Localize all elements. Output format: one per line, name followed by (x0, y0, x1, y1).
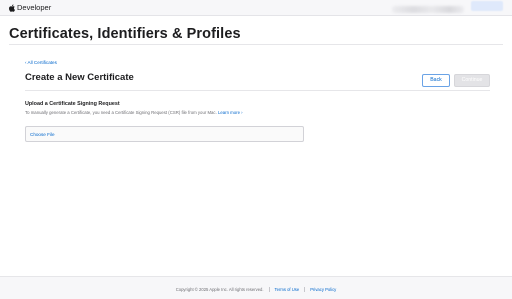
page-title: Certificates, Identifiers & Profiles (9, 26, 241, 42)
footer-links-row: Copyright © 2025 Apple Inc. All rights r… (0, 287, 512, 292)
footer-divider (268, 287, 270, 292)
learn-more-link[interactable]: Learn more › (218, 110, 243, 115)
developer-home-link[interactable]: Developer (9, 3, 51, 13)
continue-button[interactable]: Continue (454, 74, 490, 87)
title-divider (9, 44, 503, 45)
footer-divider (304, 287, 306, 292)
choose-file-button[interactable]: Choose File (30, 132, 55, 137)
choose-file-dropzone[interactable]: Choose File (25, 126, 304, 142)
brand-name: Developer (17, 3, 52, 12)
terms-of-use-link[interactable]: Terms of Use (275, 287, 300, 292)
upload-csr-heading: Upload a Certificate Signing Request (25, 101, 120, 107)
copyright-text: Copyright © 2025 Apple Inc. All rights r… (175, 287, 264, 292)
apple-logo-icon (9, 4, 15, 12)
account-menu-button[interactable] (471, 1, 503, 11)
section-divider (25, 90, 490, 91)
section-title: Create a New Certificate (25, 72, 134, 83)
back-button[interactable]: Back (422, 74, 450, 87)
upload-csr-description: To manually generate a Certificate, you … (25, 110, 243, 115)
upload-description-text: To manually generate a Certificate, you … (25, 110, 217, 115)
global-nav-bar: Developer (0, 0, 512, 16)
footer: Copyright © 2025 Apple Inc. All rights r… (0, 276, 512, 299)
breadcrumb-all-certificates[interactable]: ‹ All Certificates (25, 60, 57, 65)
account-name-blurred (392, 6, 464, 13)
privacy-policy-link[interactable]: Privacy Policy (310, 287, 336, 292)
